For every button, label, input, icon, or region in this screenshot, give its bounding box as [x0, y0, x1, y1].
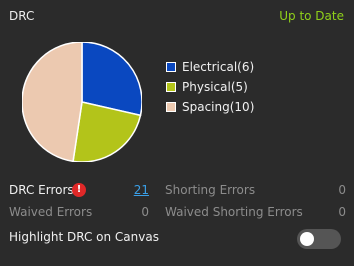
- drc-errors-link[interactable]: 21: [128, 183, 149, 197]
- shorting-errors-value: 0: [338, 183, 346, 197]
- pie-svg: [21, 41, 143, 163]
- toggle-knob: [300, 232, 314, 246]
- legend-swatch-electrical: [166, 62, 176, 72]
- waived-shorting-errors-value: 0: [338, 205, 346, 219]
- drc-pie-chart: [21, 41, 143, 163]
- highlight-label: Highlight DRC on Canvas: [9, 230, 159, 244]
- drc-errors-label: DRC Errors: [9, 183, 74, 197]
- stats-row-errors: DRC Errors ! 21 Shorting Errors 0: [0, 183, 354, 201]
- pie-slice-spacing: [21, 41, 83, 163]
- legend-label-spacing: Spacing(10): [182, 100, 255, 114]
- legend-item-electrical: Electrical(6): [166, 57, 254, 77]
- legend-label-physical: Physical(5): [182, 80, 248, 94]
- waived-errors-value: 0: [141, 205, 149, 219]
- status-label: Up to Date: [279, 9, 344, 23]
- panel-title: DRC: [9, 9, 35, 23]
- waived-shorting-errors-label: Waived Shorting Errors: [165, 205, 303, 219]
- legend-swatch-spacing: [166, 102, 176, 112]
- legend-item-physical: Physical(5): [166, 77, 254, 97]
- highlight-row: Highlight DRC on Canvas: [0, 229, 354, 249]
- legend-label-electrical: Electrical(6): [182, 60, 255, 74]
- legend-swatch-physical: [166, 82, 176, 92]
- drc-panel: DRC Up to Date Electrical(6) Physical(5)…: [0, 0, 354, 266]
- error-icon: !: [72, 183, 86, 197]
- highlight-toggle[interactable]: [297, 229, 341, 249]
- legend-item-spacing: Spacing(10): [166, 97, 254, 117]
- stats-row-waived: Waived Errors 0 Waived Shorting Errors 0: [0, 205, 354, 223]
- waived-errors-label: Waived Errors: [9, 205, 93, 219]
- chart-legend: Electrical(6) Physical(5) Spacing(10): [166, 57, 254, 117]
- shorting-errors-label: Shorting Errors: [165, 183, 256, 197]
